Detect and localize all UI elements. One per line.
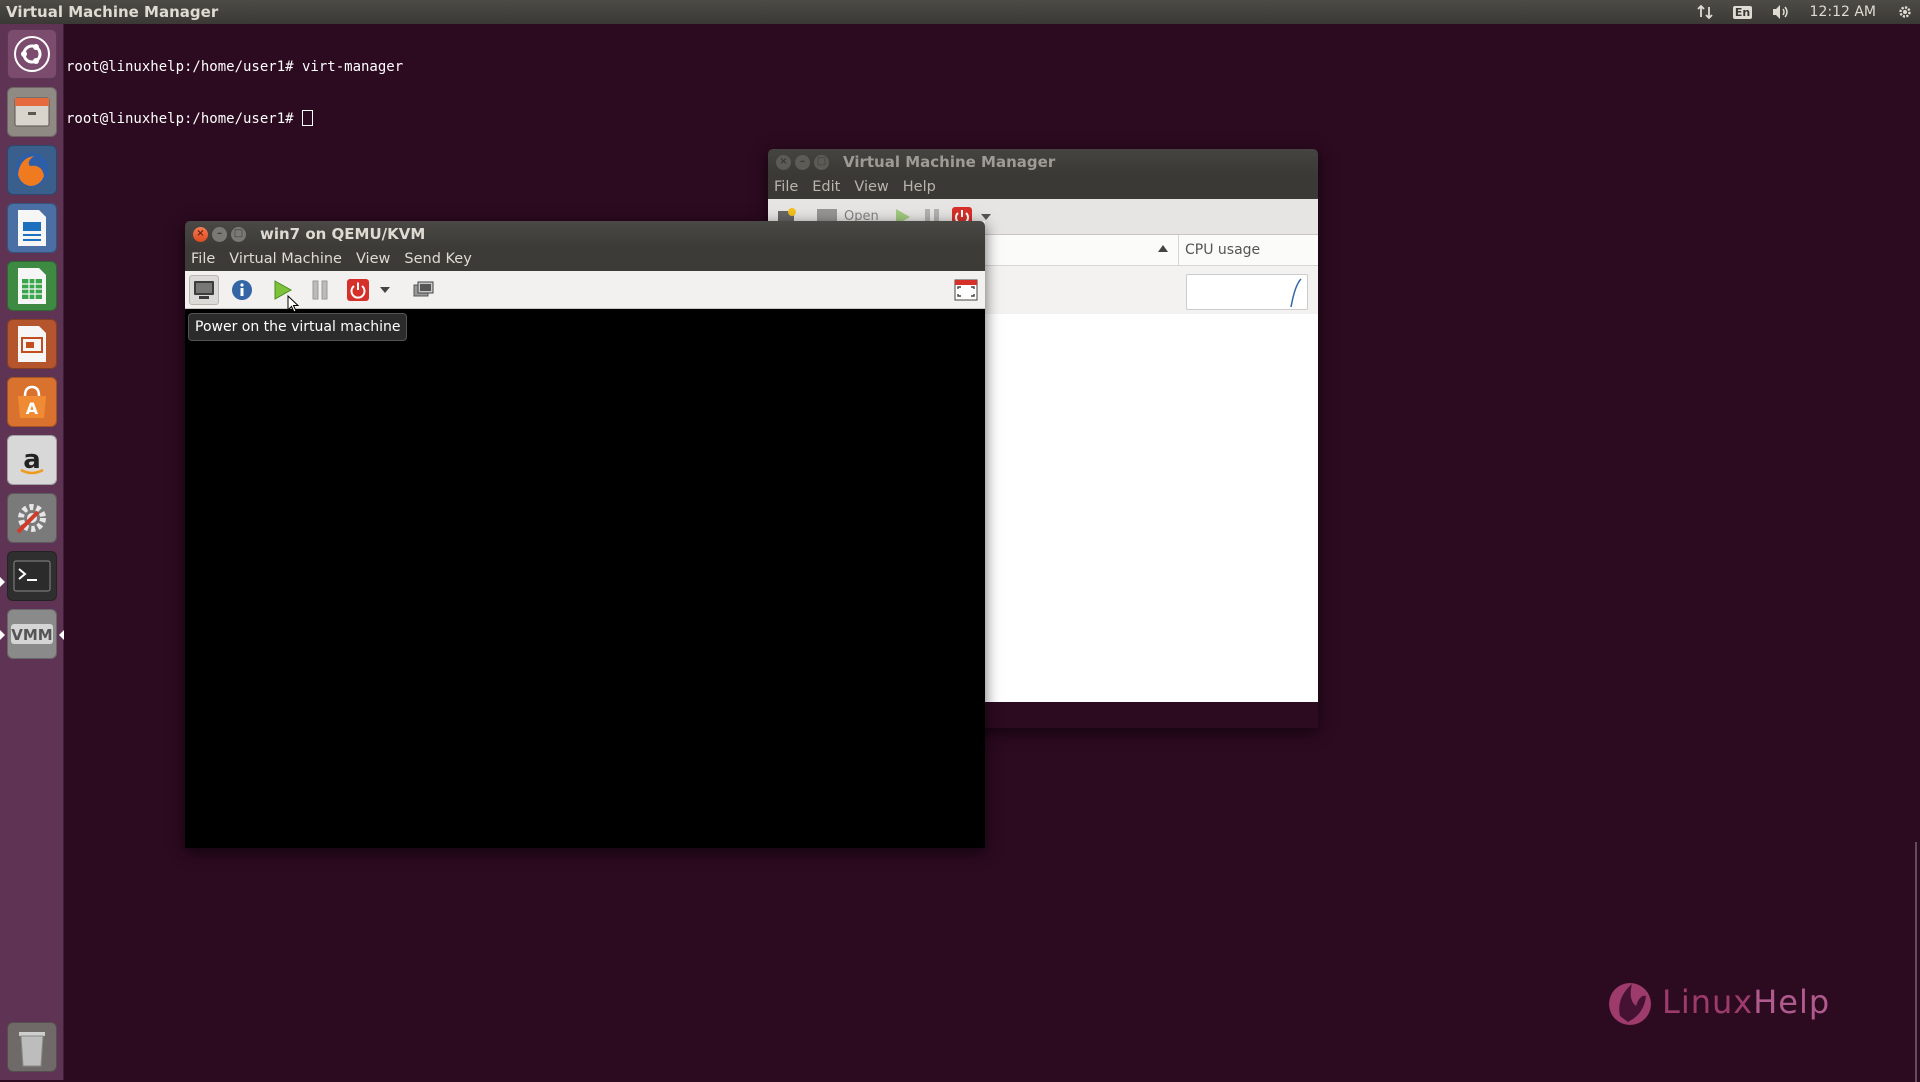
shutdown-menu-chevron-down-icon[interactable] <box>375 275 395 305</box>
vmm-menu-help[interactable]: Help <box>901 179 938 195</box>
vm-console-title: win7 on QEMU/KVM <box>260 225 426 243</box>
terminal-line-1: root@linuxhelp:/home/user1# virt-manager <box>66 59 404 75</box>
active-window-title: Virtual Machine Manager <box>6 3 219 21</box>
menu-virtual-machine[interactable]: Virtual Machine <box>227 251 344 267</box>
terminal-icon[interactable] <box>7 551 57 601</box>
menu-file[interactable]: File <box>189 251 217 267</box>
network-icon[interactable] <box>1696 3 1714 21</box>
clock[interactable]: 12:12 AM <box>1810 4 1876 20</box>
volume-icon[interactable] <box>1772 3 1790 21</box>
vmm-menu-edit[interactable]: Edit <box>810 179 842 195</box>
svg-text:a: a <box>23 445 41 475</box>
menu-send-key[interactable]: Send Key <box>402 251 473 267</box>
vm-console-titlebar[interactable]: × – □ win7 on QEMU/KVM <box>185 221 985 247</box>
vm-console-close-button[interactable]: × <box>193 226 208 242</box>
calc-icon[interactable] <box>7 261 57 311</box>
vmm-menu-view[interactable]: View <box>852 179 890 195</box>
linuxhelp-logo-icon <box>1609 983 1651 1025</box>
show-console-button[interactable] <box>189 274 219 305</box>
linuxhelp-watermark: LinuxHelp <box>1606 976 1830 1028</box>
vmm-menubar: File Edit View Help <box>768 175 1318 199</box>
snapshots-button[interactable] <box>409 275 439 305</box>
top-panel: Virtual Machine Manager En 12:12 AM <box>0 0 1920 24</box>
launcher: A a VMM <box>0 24 64 1080</box>
pause-button[interactable] <box>305 275 335 305</box>
vmm-close-button[interactable]: × <box>776 154 791 170</box>
cpu-usage-column-header[interactable]: CPU usage <box>1178 235 1312 265</box>
vm-console-menubar: File Virtual Machine View Send Key <box>185 247 985 271</box>
virt-manager-focus-indicator <box>59 630 64 640</box>
sort-ascending-icon[interactable] <box>1158 245 1168 252</box>
vmm-maximize-button[interactable]: □ <box>814 154 829 170</box>
system-settings-icon[interactable] <box>7 493 57 543</box>
trash-icon[interactable] <box>7 1022 57 1072</box>
gear-icon[interactable] <box>1896 3 1914 21</box>
vmm-menu-file[interactable]: File <box>772 179 800 195</box>
watermark-text-linux: Linux <box>1662 983 1754 1021</box>
firefox-icon[interactable] <box>7 145 57 195</box>
vm-console-toolbar <box>185 271 985 309</box>
ubuntu-dash-icon[interactable] <box>7 29 57 79</box>
menu-view[interactable]: View <box>354 251 392 267</box>
vm-console-minimize-button[interactable]: – <box>212 226 227 242</box>
vm-details-info-icon[interactable] <box>227 275 257 305</box>
terminal-running-indicator <box>0 577 5 587</box>
mouse-pointer-icon <box>287 295 299 313</box>
vmm-minimize-button[interactable]: – <box>795 154 810 170</box>
terminal-output[interactable]: root@linuxhelp:/home/user1# virt-manager… <box>66 25 403 145</box>
virt-manager-icon[interactable]: VMM <box>7 609 57 659</box>
impress-icon[interactable] <box>7 319 57 369</box>
amazon-icon[interactable]: a <box>7 435 57 485</box>
power-on-tooltip: Power on the virtual machine <box>188 313 408 341</box>
shutdown-button[interactable] <box>343 275 373 305</box>
keyboard-layout-icon[interactable]: En <box>1732 3 1753 21</box>
desktop-edge-line <box>1915 842 1917 1082</box>
fullscreen-button[interactable] <box>951 275 981 305</box>
virt-manager-running-indicator <box>0 630 5 640</box>
svg-text:A: A <box>26 399 39 418</box>
vm-display-area[interactable] <box>185 309 985 848</box>
vm-console-maximize-button[interactable]: □ <box>231 226 246 242</box>
writer-icon[interactable] <box>7 203 57 253</box>
terminal-cursor <box>302 110 314 126</box>
system-tray: En 12:12 AM <box>1696 3 1914 21</box>
watermark-text-help: Help <box>1753 983 1831 1021</box>
vmm-title: Virtual Machine Manager <box>843 153 1056 171</box>
files-icon[interactable] <box>7 87 57 137</box>
vmm-titlebar[interactable]: × – □ Virtual Machine Manager <box>768 149 1318 175</box>
software-center-icon[interactable]: A <box>7 377 57 427</box>
svg-text:VMM: VMM <box>11 626 52 644</box>
cpu-usage-graph <box>1186 274 1308 310</box>
terminal-line-2: root@linuxhelp:/home/user1# <box>66 110 403 128</box>
